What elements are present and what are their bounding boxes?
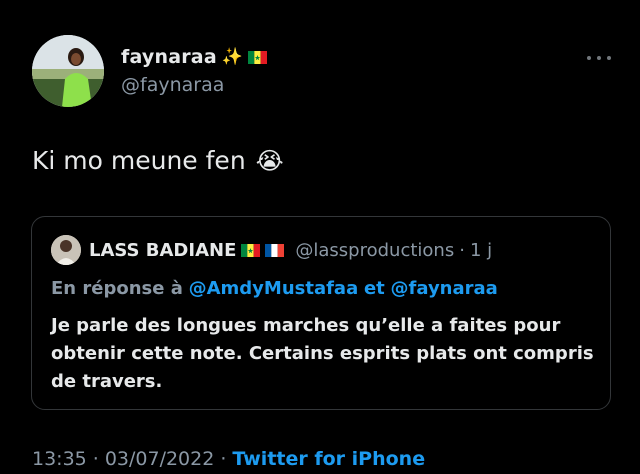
senegal-flag-icon — [241, 243, 261, 257]
meta-separator: · — [92, 448, 99, 470]
tweet-source-link[interactable]: Twitter for iPhone — [232, 448, 425, 470]
meta-separator: · — [220, 448, 227, 470]
tweet-text-content: Ki mo meune fen — [32, 146, 246, 175]
quote-text: Je parle des longues marches qu’elle a f… — [51, 315, 594, 392]
author-name-row[interactable]: faynaraa ✨ — [121, 44, 268, 70]
reply-mention-link[interactable]: @faynaraa — [391, 278, 498, 299]
crying-face-icon: 😭 — [255, 146, 284, 175]
sparkle-icon: ✨ — [221, 47, 244, 67]
quote-header: LASS BADIANE @lassproductions · 1 j — [89, 236, 492, 264]
author-handle[interactable]: @faynaraa — [121, 74, 224, 96]
quote-avatar[interactable] — [51, 235, 81, 265]
dot — [607, 56, 611, 60]
tweet-meta: 13:35 · 03/07/2022 · Twitter for iPhone — [32, 448, 425, 470]
avatar[interactable] — [32, 35, 104, 107]
dot — [597, 56, 601, 60]
quoted-tweet[interactable]: LASS BADIANE @lassproductions · 1 j En r… — [31, 216, 611, 410]
tweet-detail: faynaraa ✨ @faynaraa Ki mo meune fen 😭 L… — [0, 0, 640, 474]
reply-mention-link[interactable]: @AmdyMustafaa — [189, 278, 359, 299]
senegal-flag-icon — [248, 50, 268, 64]
tweet-date[interactable]: 03/07/2022 — [105, 448, 215, 470]
reply-prefix: En réponse à — [51, 278, 183, 299]
quote-display-name[interactable]: LASS BADIANE — [89, 240, 236, 261]
avatar-photo — [32, 35, 104, 107]
quote-separator: · — [459, 239, 465, 261]
reply-context: En réponse à @AmdyMustafaa et @faynaraa — [51, 278, 498, 299]
quote-handle[interactable]: @lassproductions — [295, 240, 454, 261]
dot — [587, 56, 591, 60]
tweet-text: Ki mo meune fen 😭 — [32, 146, 284, 175]
quote-time[interactable]: 1 j — [470, 240, 492, 261]
reply-joiner: et — [363, 278, 385, 299]
more-options-icon[interactable] — [587, 53, 611, 63]
france-flag-icon — [265, 243, 285, 257]
tweet-time[interactable]: 13:35 — [32, 448, 87, 470]
quote-avatar-photo — [51, 235, 81, 265]
author-display-name[interactable]: faynaraa — [121, 46, 217, 68]
